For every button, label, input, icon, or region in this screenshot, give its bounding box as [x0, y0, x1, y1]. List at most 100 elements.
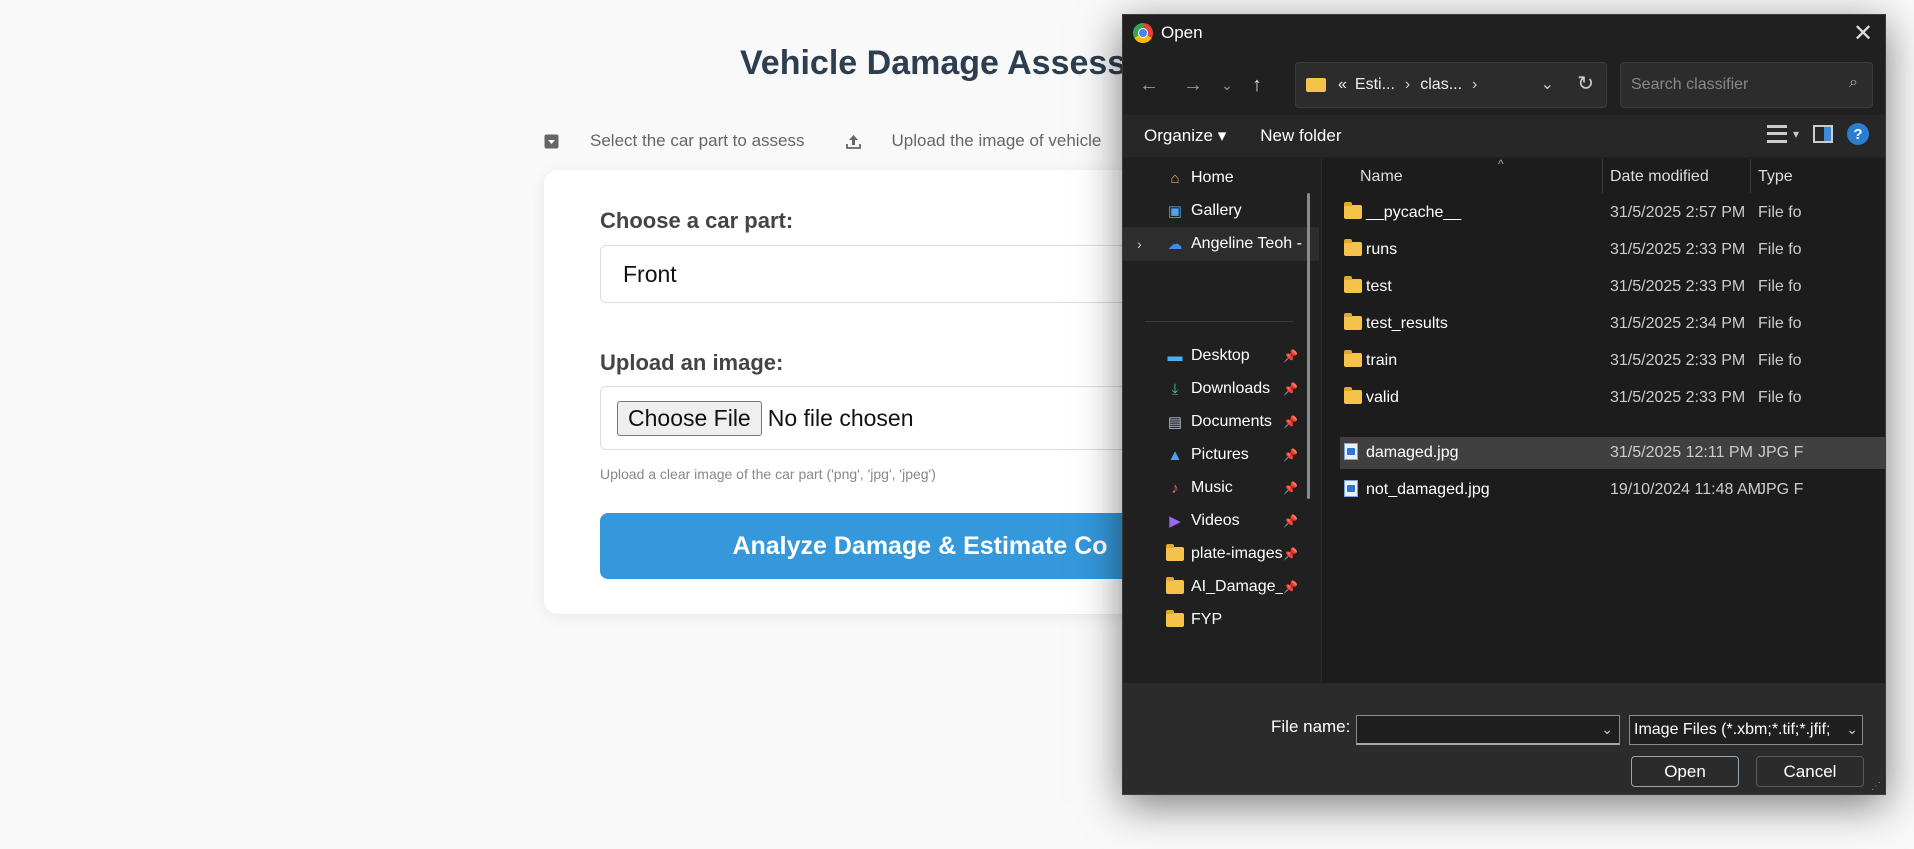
file-type-filter[interactable]: Image Files (*.xbm;*.tif;*.jfif; ⌄	[1629, 715, 1863, 745]
file-type: File fo	[1758, 352, 1802, 369]
resize-grip-icon[interactable]: ⋰	[1871, 781, 1881, 792]
gallery-icon: ▣	[1167, 203, 1183, 220]
navigation-pane: ⌂ Home ▣ Gallery › ☁ Angeline Teoh - ▬ D…	[1123, 159, 1319, 679]
chevron-down-icon[interactable]: ⌄	[1541, 74, 1554, 94]
sidebar-item-fyp[interactable]: FYP	[1123, 603, 1319, 637]
folder-icon	[1344, 202, 1362, 219]
chevron-right-icon[interactable]: ›	[1137, 236, 1142, 252]
file-date: 31/5/2025 2:33 PM	[1610, 389, 1746, 406]
address-bar[interactable]: « Esti... › clas... › ⌄ ↻	[1295, 62, 1607, 108]
filter-value: Image Files (*.xbm;*.tif;*.jfif;	[1634, 721, 1831, 738]
sidebar-item-label: Documents	[1191, 413, 1272, 430]
sidebar-item-music[interactable]: ♪ Music 📌	[1123, 471, 1319, 505]
file-row[interactable]: test 31/5/2025 2:33 PM File fo	[1340, 271, 1885, 303]
file-type: JPG F	[1758, 481, 1804, 498]
folder-icon	[1344, 276, 1362, 293]
videos-icon: ▶	[1169, 513, 1181, 530]
column-name[interactable]: Name	[1360, 168, 1403, 186]
file-row-selected[interactable]: damaged.jpg 31/5/2025 12:11 PM JPG F	[1340, 437, 1885, 469]
sidebar-item-videos[interactable]: ▶ Videos 📌	[1123, 504, 1319, 538]
pictures-icon: ▲	[1167, 446, 1183, 464]
sidebar-item-gallery[interactable]: ▣ Gallery	[1123, 194, 1319, 228]
column-divider[interactable]	[1750, 159, 1751, 193]
file-date: 31/5/2025 2:57 PM	[1610, 204, 1746, 221]
sidebar-item-label: Home	[1191, 169, 1234, 186]
sidebar-item-label: Music	[1191, 479, 1233, 496]
file-row[interactable]: valid 31/5/2025 2:33 PM File fo	[1340, 382, 1885, 414]
file-row[interactable]: __pycache__ 31/5/2025 2:57 PM File fo	[1340, 197, 1885, 229]
sidebar-item-desktop[interactable]: ▬ Desktop 📌	[1123, 339, 1319, 373]
pin-icon: 📌	[1283, 481, 1298, 495]
sidebar-item-downloads[interactable]: ⤓ Downloads 📌	[1123, 372, 1319, 406]
file-date: 19/10/2024 11:48 AM	[1610, 481, 1761, 498]
file-date: 31/5/2025 2:33 PM	[1610, 278, 1746, 295]
sidebar-item-home[interactable]: ⌂ Home	[1123, 161, 1319, 195]
search-input[interactable]: Search classifier ⌕	[1620, 62, 1873, 108]
sidebar-item-label: AI_Damage_	[1191, 578, 1283, 595]
breadcrumb-classifier[interactable]: clas...	[1420, 76, 1462, 94]
new-folder-button[interactable]: New folder	[1260, 126, 1341, 146]
chevron-down-icon[interactable]: ⌄	[1601, 721, 1613, 738]
view-options-icon[interactable]	[1766, 125, 1787, 143]
refresh-icon[interactable]: ↻	[1577, 71, 1594, 96]
sidebar-item-label: Desktop	[1191, 347, 1250, 364]
file-row[interactable]: train 31/5/2025 2:33 PM File fo	[1340, 345, 1885, 377]
back-arrow-icon[interactable]: ←	[1133, 69, 1165, 101]
file-name: train	[1366, 352, 1398, 369]
folder-icon	[1165, 577, 1185, 597]
open-button[interactable]: Open	[1631, 756, 1739, 787]
file-row[interactable]: runs 31/5/2025 2:33 PM File fo	[1340, 234, 1885, 266]
forward-arrow-icon[interactable]: →	[1177, 69, 1209, 101]
breadcrumb-estimate[interactable]: Esti...	[1355, 76, 1395, 94]
steps-bar: Select the car part to assess Upload the…	[543, 128, 1147, 154]
file-type: File fo	[1758, 315, 1802, 332]
close-icon[interactable]: ✕	[1847, 17, 1879, 49]
sidebar-divider	[1145, 321, 1293, 322]
column-divider[interactable]	[1602, 159, 1603, 193]
sidebar-scrollbar[interactable]	[1307, 193, 1310, 499]
file-name: test	[1366, 278, 1392, 295]
file-row[interactable]: not_damaged.jpg 19/10/2024 11:48 AM JPG …	[1340, 474, 1885, 506]
file-name: __pycache__	[1366, 204, 1462, 221]
preview-pane-icon[interactable]	[1813, 125, 1833, 143]
command-bar: Organize ▾ New folder ▾ ?	[1123, 115, 1885, 157]
part-label: Choose a car part:	[600, 208, 794, 233]
pin-icon: 📌	[1283, 415, 1298, 429]
pin-icon: 📌	[1283, 580, 1298, 594]
chevron-down-icon[interactable]: ⌄	[1843, 721, 1858, 738]
download-icon: ⤓	[1171, 380, 1179, 398]
organize-button[interactable]: Organize ▾	[1144, 126, 1226, 146]
caret-down-icon[interactable]: ▾	[1793, 127, 1799, 141]
sidebar-item-onedrive[interactable]: › ☁ Angeline Teoh -	[1123, 227, 1319, 261]
sidebar-item-label: Angeline Teoh -	[1191, 235, 1302, 252]
pin-icon: 📌	[1283, 547, 1298, 561]
choose-file-button[interactable]: Choose File	[617, 400, 762, 436]
image-file-icon	[1344, 480, 1358, 499]
address-prefix: «	[1338, 76, 1347, 93]
file-name-input[interactable]: ⌄	[1356, 715, 1620, 745]
page-title: Vehicle Damage Assessm	[740, 44, 1157, 82]
help-icon[interactable]: ?	[1847, 123, 1869, 145]
column-date-modified[interactable]: Date modified	[1610, 168, 1709, 186]
column-type[interactable]: Type	[1758, 168, 1793, 186]
chrome-icon	[1133, 23, 1153, 43]
folder-icon	[1306, 78, 1326, 92]
file-type: File fo	[1758, 204, 1802, 221]
sidebar-item-pictures[interactable]: ▲ Pictures 📌	[1123, 438, 1319, 472]
recent-locations-chevron-icon[interactable]: ⌄	[1211, 69, 1243, 101]
search-placeholder: Search classifier	[1631, 76, 1749, 93]
cancel-button[interactable]: Cancel	[1756, 756, 1864, 787]
sidebar-item-ai-damage[interactable]: AI_Damage_ 📌	[1123, 570, 1319, 604]
onedrive-icon: ☁	[1167, 236, 1183, 253]
folder-icon	[1165, 610, 1185, 630]
up-arrow-icon[interactable]: ↑	[1241, 69, 1273, 101]
sidebar-item-label: FYP	[1191, 611, 1223, 628]
sidebar-item-plate-images[interactable]: plate-images 📌	[1123, 537, 1319, 571]
file-name: not_damaged.jpg	[1366, 481, 1490, 498]
sidebar-item-documents[interactable]: ▤ Documents 📌	[1123, 405, 1319, 439]
sidebar-item-label: Videos	[1191, 512, 1240, 529]
file-row[interactable]: test_results 31/5/2025 2:34 PM File fo	[1340, 308, 1885, 340]
folder-icon	[1344, 313, 1362, 330]
file-name: runs	[1366, 241, 1398, 258]
sidebar-item-label: plate-images	[1191, 545, 1283, 562]
